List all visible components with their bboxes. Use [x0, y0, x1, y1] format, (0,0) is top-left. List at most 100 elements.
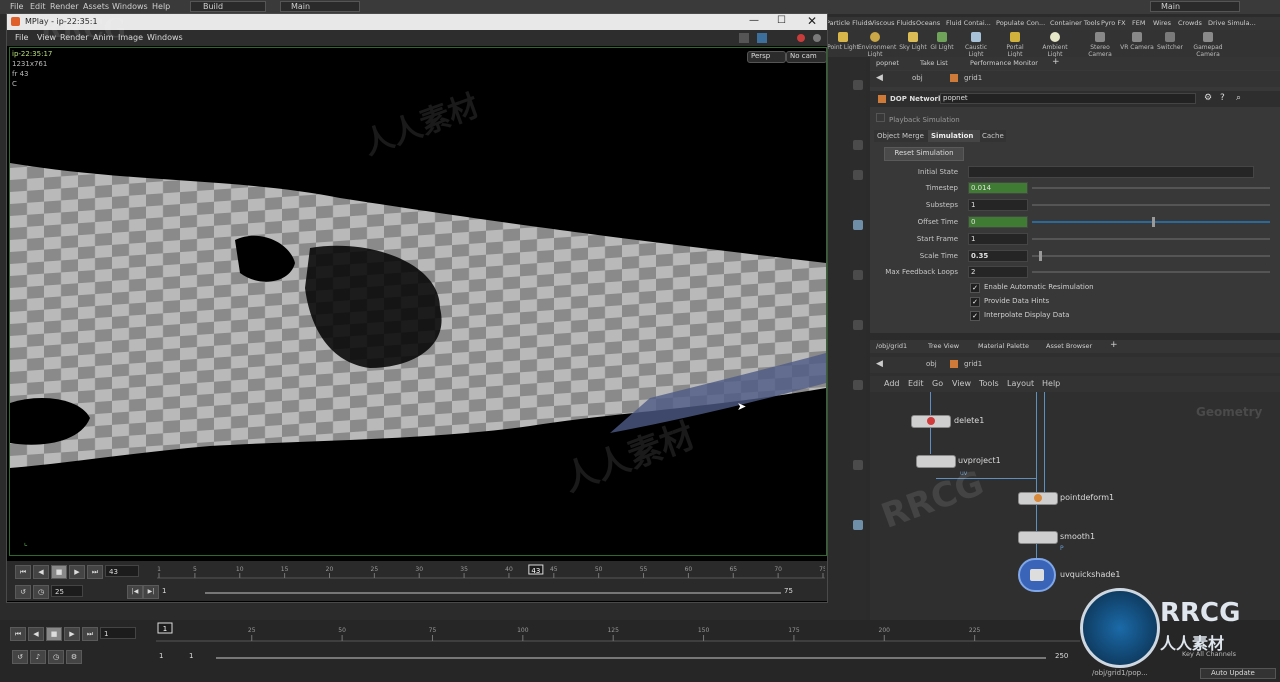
- delete1-node[interactable]: [911, 415, 951, 428]
- maximize-icon[interactable]: ☐: [777, 15, 786, 26]
- offset-time-slider[interactable]: [1032, 221, 1270, 223]
- global-step-back-button[interactable]: ◀: [28, 627, 44, 641]
- loop-icon[interactable]: ↺: [15, 585, 31, 599]
- shelf-tab[interactable]: Drive Simula...: [1208, 19, 1256, 27]
- light-tool-icon[interactable]: [853, 270, 863, 280]
- mplay-menu-windows[interactable]: Windows: [147, 33, 183, 42]
- viewport-layout-icon[interactable]: [853, 520, 863, 530]
- gear-icon[interactable]: ⚙: [1204, 93, 1212, 103]
- shelf-tab[interactable]: FEM: [1132, 19, 1145, 27]
- net-menu-view[interactable]: View: [952, 379, 971, 388]
- fps-field[interactable]: 25: [51, 585, 83, 597]
- go-start-button[interactable]: ⏮: [15, 565, 31, 579]
- gamepad-camera-tool[interactable]: Gamepad Camera: [1191, 32, 1225, 58]
- tab-performance-monitor[interactable]: Performance Monitor: [970, 59, 1038, 67]
- search-icon[interactable]: ⌕: [1236, 93, 1241, 103]
- tab-material-palette[interactable]: Material Palette: [978, 342, 1029, 350]
- uvproject1-node[interactable]: [916, 455, 956, 468]
- offset-time-field[interactable]: 0: [968, 216, 1028, 228]
- current-frame-field[interactable]: 43: [105, 565, 139, 577]
- scale-time-knob[interactable]: [1039, 251, 1042, 261]
- tab-take-list[interactable]: Take List: [920, 59, 948, 67]
- menu-assets[interactable]: Assets: [83, 2, 109, 11]
- close-icon[interactable]: ✕: [807, 14, 817, 28]
- global-play-button[interactable]: ▶: [64, 627, 80, 641]
- net-menu-add[interactable]: Add: [884, 379, 900, 388]
- net-menu-go[interactable]: Go: [932, 379, 943, 388]
- add-tab-icon[interactable]: +: [1052, 57, 1060, 67]
- shelf-tab[interactable]: Container Tools: [1050, 19, 1100, 27]
- provide-data-hints-checkbox[interactable]: ✓ Provide Data Hints: [970, 297, 1049, 307]
- global-frame-ruler[interactable]: 25 50 75 100 125 150 175 200 225 1: [156, 621, 1080, 645]
- snapshot-icon[interactable]: [757, 33, 767, 43]
- initial-state-field[interactable]: [968, 166, 1254, 178]
- point-light-tool[interactable]: Point Light: [826, 32, 860, 51]
- net-path-grid1[interactable]: grid1: [964, 360, 982, 368]
- snap-icon[interactable]: [853, 220, 863, 230]
- start-frame-field[interactable]: 1: [968, 233, 1028, 245]
- playback-simulation-checkbox[interactable]: Playback Simulation: [876, 113, 960, 124]
- net-path-obj[interactable]: obj: [926, 360, 937, 368]
- caustic-light-tool[interactable]: Caustic Light: [959, 32, 993, 58]
- persp-dropdown[interactable]: Persp: [747, 51, 786, 63]
- transform-icon[interactable]: [853, 380, 863, 390]
- global-frame-field[interactable]: 1: [100, 627, 136, 639]
- go-end-button[interactable]: ⏭: [87, 565, 103, 579]
- desktop-build-dropdown[interactable]: Build: [190, 1, 266, 12]
- range-slider[interactable]: [205, 592, 781, 594]
- tab-obj-grid1[interactable]: /obj/grid1: [876, 342, 907, 350]
- global-settings-icon[interactable]: ⚙: [66, 650, 82, 664]
- net-menu-help[interactable]: Help: [1042, 379, 1060, 388]
- global-end-field[interactable]: 250: [1052, 650, 1082, 662]
- switcher-tool[interactable]: Switcher: [1153, 32, 1187, 51]
- stereo-camera-tool[interactable]: Stereo Camera: [1083, 32, 1117, 58]
- tab-tree-view[interactable]: Tree View: [928, 342, 959, 350]
- shelf-tab[interactable]: Wires: [1153, 19, 1171, 27]
- desktop-main-dropdown[interactable]: Main: [280, 1, 360, 12]
- environment-light-tool[interactable]: Environment Light: [858, 32, 896, 58]
- tab-popnet[interactable]: popnet: [876, 59, 899, 67]
- substeps-slider[interactable]: [1032, 204, 1270, 206]
- substeps-field[interactable]: 1: [968, 199, 1028, 211]
- global-audio-icon[interactable]: ♪: [30, 650, 46, 664]
- path-obj[interactable]: obj: [912, 74, 923, 82]
- shelf-tab[interactable]: Crowds: [1178, 19, 1202, 27]
- tab-object-merge[interactable]: Object Merge: [877, 132, 924, 140]
- menu-windows[interactable]: Windows: [112, 2, 148, 11]
- global-range-slider[interactable]: [216, 657, 1046, 659]
- handle-icon[interactable]: [853, 320, 863, 330]
- record-icon[interactable]: [797, 34, 805, 42]
- stop-render-icon[interactable]: [813, 34, 821, 42]
- pointdeform1-node[interactable]: [1018, 492, 1058, 505]
- step-back-button[interactable]: ◀: [33, 565, 49, 579]
- minimize-icon[interactable]: —: [749, 15, 759, 26]
- enable-auto-resim-checkbox[interactable]: ✓ Enable Automatic Resimulation: [970, 283, 1094, 293]
- global-loop-icon[interactable]: ↺: [12, 650, 28, 664]
- smooth1-node[interactable]: [1018, 531, 1058, 544]
- range-end-icon[interactable]: ▶|: [143, 585, 159, 599]
- auto-update-dropdown[interactable]: Auto Update: [1200, 668, 1276, 679]
- shelf-tab[interactable]: Oceans: [916, 19, 940, 27]
- lock-icon[interactable]: [853, 140, 863, 150]
- help-icon[interactable]: ?: [1220, 93, 1225, 103]
- path-grid1[interactable]: grid1: [964, 74, 982, 82]
- mplay-frame-ruler[interactable]: 1 5 10 15 20 25 30 35 40 45 50 55 60 65 70 75 43: [157, 563, 825, 581]
- node-name-field[interactable]: popnet: [940, 93, 1196, 104]
- menu-render[interactable]: Render: [50, 2, 78, 11]
- shelf-tab[interactable]: Particle Fluids: [826, 19, 871, 27]
- interpolate-display-checkbox[interactable]: ✓ Interpolate Display Data: [970, 311, 1069, 321]
- ambient-light-tool[interactable]: Ambient Light: [1038, 32, 1072, 58]
- realtime-icon[interactable]: ◷: [33, 585, 49, 599]
- delete1-label[interactable]: delete1: [954, 416, 984, 425]
- camera-dropdown[interactable]: No cam: [786, 51, 826, 63]
- display-icon[interactable]: [853, 460, 863, 470]
- shelf-tab[interactable]: Pyro FX: [1101, 19, 1126, 27]
- menu-edit[interactable]: Edit: [30, 2, 46, 11]
- range-start-icon[interactable]: |◀: [127, 585, 143, 599]
- select-tool-icon[interactable]: [853, 80, 863, 90]
- net-menu-layout[interactable]: Layout: [1007, 379, 1034, 388]
- menu-help[interactable]: Help: [152, 2, 170, 11]
- layout-icon[interactable]: [739, 33, 749, 43]
- tab-simulation[interactable]: Simulation: [928, 130, 980, 142]
- network-back-icon[interactable]: ◀: [876, 359, 883, 369]
